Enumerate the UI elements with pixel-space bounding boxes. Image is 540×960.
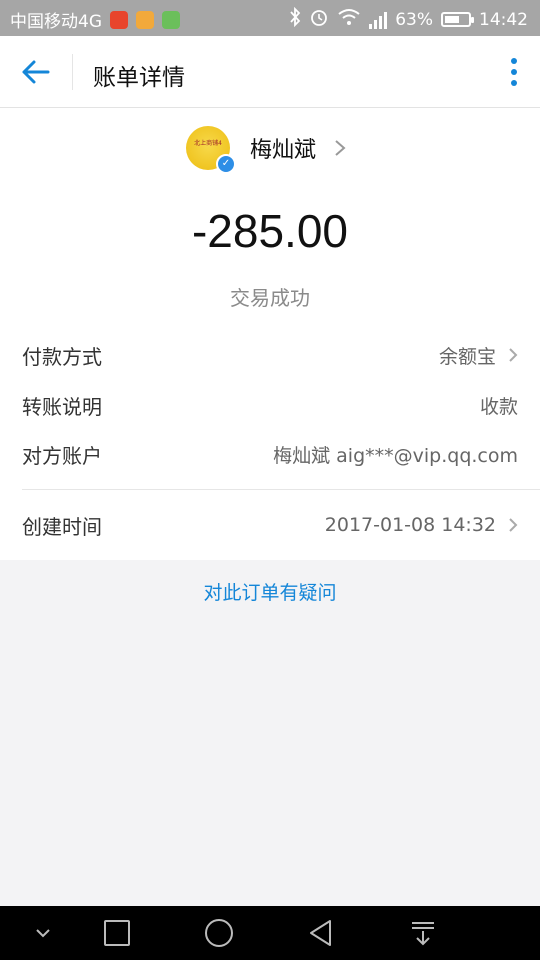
created-time-row[interactable]: 创建时间 2017-01-08 14:32 [22, 508, 518, 542]
battery-icon [441, 12, 474, 27]
payee-row[interactable]: 北上商铺4 ✓ 梅灿斌 [186, 126, 346, 174]
row-label: 转账说明 [22, 394, 102, 419]
verified-icon: ✓ [216, 154, 236, 174]
row-value: 2017-01-08 14:32 [324, 514, 496, 536]
transaction-status: 交易成功 [230, 286, 310, 310]
payee-name: 梅灿斌 [250, 138, 317, 163]
row-value: 梅灿斌 aig***@vip.qq.com [273, 444, 518, 467]
row-label: 对方账户 [22, 443, 102, 468]
row-label: 创建时间 [22, 514, 102, 539]
order-question-link[interactable]: 对此订单有疑问 [0, 578, 540, 605]
chevron-right-icon [335, 140, 346, 156]
back-triangle-icon[interactable] [306, 918, 336, 948]
more-vertical-icon[interactable] [508, 56, 520, 88]
row-value: 收款 [479, 395, 518, 418]
wifi-icon [337, 8, 361, 31]
chevron-right-icon [509, 518, 518, 532]
clock: 14:42 [479, 9, 528, 30]
app-header: 账单详情 [0, 36, 540, 108]
notification-pull-icon[interactable] [408, 918, 438, 948]
avatar: 北上商铺4 ✓ [186, 126, 236, 174]
transfer-note-row: 转账说明 收款 [22, 388, 518, 422]
header-divider [72, 54, 73, 90]
recents-square-icon[interactable] [102, 918, 132, 948]
counterparty-account-row: 对方账户 梅灿斌 aig***@vip.qq.com [22, 437, 518, 471]
status-bar: 中国移动4G 63% 14:42 [0, 0, 540, 36]
payment-method-row[interactable]: 付款方式 余额宝 [22, 338, 518, 372]
row-label: 付款方式 [22, 344, 102, 369]
bill-detail-card: 北上商铺4 ✓ 梅灿斌 -285.00 交易成功 付款方式 余额宝 转账说明 收… [0, 108, 540, 560]
row-value: 余额宝 [438, 345, 496, 368]
battery-percent: 63% [395, 9, 433, 30]
page-title: 账单详情 [93, 65, 185, 91]
alarm-icon [309, 7, 329, 32]
divider [22, 489, 540, 490]
app-icon [162, 10, 180, 29]
chevron-right-icon [509, 348, 518, 362]
carrier-label: 中国移动4G [10, 12, 102, 32]
signal-icon [369, 11, 388, 29]
home-circle-icon[interactable] [204, 918, 234, 948]
bluetooth-icon [289, 6, 301, 32]
amount: -285.00 [191, 205, 348, 257]
battery-level [445, 16, 459, 23]
sogou-icon [110, 10, 128, 29]
back-arrow-icon[interactable] [18, 56, 54, 88]
chevron-down-icon[interactable] [28, 918, 58, 948]
system-nav-bar [0, 906, 540, 960]
avatar-text: 北上商铺4 [194, 140, 222, 147]
notification-icon [136, 10, 154, 29]
